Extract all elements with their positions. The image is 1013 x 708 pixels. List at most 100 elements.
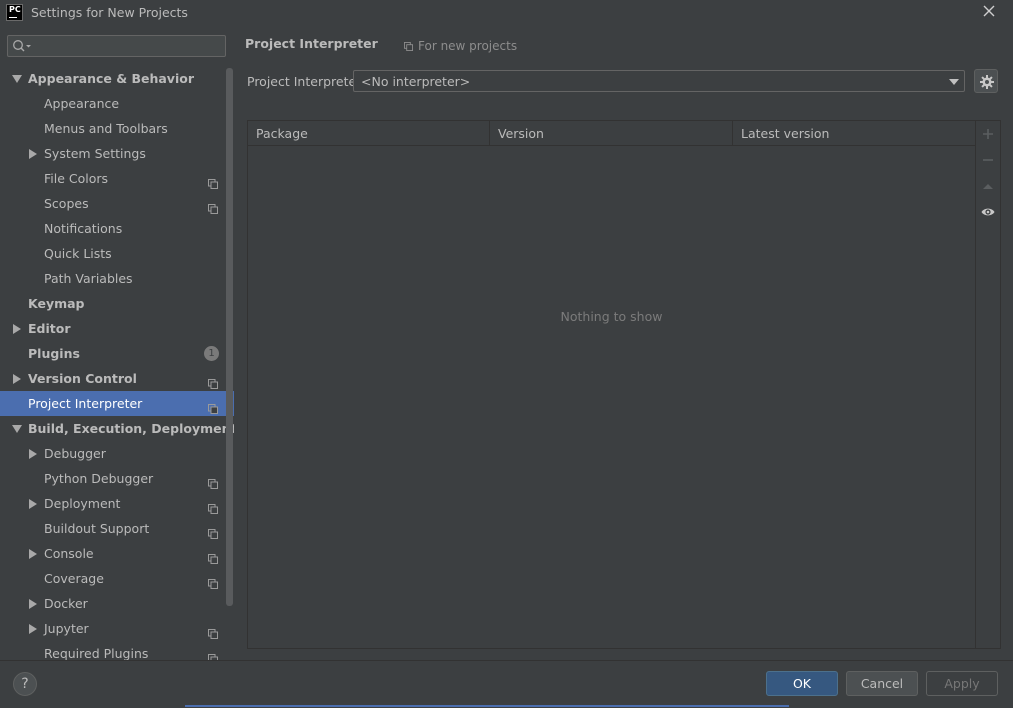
sidebar-item-build-execution-deployment[interactable]: Build, Execution, Deployment	[0, 416, 234, 441]
sidebar-item-label: Menus and Toolbars	[44, 121, 168, 136]
copy-icon	[208, 548, 218, 564]
copy-icon	[208, 198, 218, 214]
triangle-right-icon[interactable]	[28, 441, 38, 466]
minus-icon	[983, 159, 993, 161]
update-count-badge: 1	[204, 346, 219, 361]
sidebar-item-system-settings[interactable]: System Settings	[0, 141, 234, 166]
sidebar-item-label: Appearance	[44, 96, 120, 111]
sidebar-item-label: Coverage	[44, 571, 104, 586]
packages-toolbar	[975, 121, 1000, 648]
settings-content: Project Interpreter For new projects Pro…	[234, 26, 1013, 660]
page-title: Project Interpreter	[245, 36, 378, 51]
sidebar-item-label: Buildout Support	[44, 521, 150, 536]
triangle-right-icon[interactable]	[28, 141, 38, 166]
sidebar-item-label: Quick Lists	[44, 246, 112, 261]
sidebar-item-required-plugins[interactable]: Required Plugins	[0, 641, 234, 660]
title-bar: PC Settings for New Projects	[0, 0, 1013, 26]
search-icon	[12, 39, 32, 56]
copy-icon	[208, 648, 218, 660]
sidebar-item-label: Console	[44, 546, 94, 561]
interpreter-label: Project Interpreter:	[247, 74, 366, 89]
sidebar-item-label: File Colors	[44, 171, 109, 186]
interpreter-settings-button[interactable]	[974, 69, 998, 93]
dialog-footer: ? OK Cancel Apply	[0, 660, 1013, 708]
sidebar-item-plugins[interactable]: Plugins 1	[0, 341, 234, 366]
sidebar-item-coverage[interactable]: Coverage	[0, 566, 234, 591]
sidebar-scrollbar[interactable]	[226, 68, 233, 606]
sidebar-item-label: Deployment	[44, 496, 121, 511]
sidebar-item-label: Required Plugins	[44, 646, 149, 660]
sidebar-item-console[interactable]: Console	[0, 541, 234, 566]
sidebar-item-jupyter[interactable]: Jupyter	[0, 616, 234, 641]
sidebar-item-keymap[interactable]: Keymap	[0, 291, 234, 316]
sidebar-item-menus-and-toolbars[interactable]: Menus and Toolbars	[0, 116, 234, 141]
ok-button[interactable]: OK	[766, 671, 838, 696]
copy-icon	[208, 473, 218, 489]
sidebar-item-label: Scopes	[44, 196, 89, 211]
copy-icon	[208, 623, 218, 639]
copy-icon	[208, 373, 218, 389]
triangle-right-icon[interactable]	[28, 541, 38, 566]
window-title: Settings for New Projects	[31, 5, 188, 20]
sidebar-item-label: Keymap	[28, 296, 85, 311]
triangle-right-icon[interactable]	[28, 491, 38, 516]
search-field[interactable]	[7, 35, 226, 57]
sidebar-item-editor[interactable]: Editor	[0, 316, 234, 341]
sidebar-item-notifications[interactable]: Notifications	[0, 216, 234, 241]
remove-package-button[interactable]	[980, 152, 996, 168]
sidebar-item-label: Version Control	[28, 371, 137, 386]
scope-note-text: For new projects	[418, 39, 518, 53]
sidebar-item-deployment[interactable]: Deployment	[0, 491, 234, 516]
sidebar-item-docker[interactable]: Docker	[0, 591, 234, 616]
upgrade-package-button[interactable]	[980, 178, 996, 194]
sidebar-item-label: Jupyter	[44, 621, 89, 636]
sidebar-item-file-colors[interactable]: File Colors	[0, 166, 234, 191]
sidebar-item-quick-lists[interactable]: Quick Lists	[0, 241, 234, 266]
table-header: Package Version Latest version	[248, 121, 975, 146]
column-header-latest-version[interactable]: Latest version	[733, 121, 975, 146]
sidebar-item-label: Editor	[28, 321, 71, 336]
search-input[interactable]	[34, 37, 219, 55]
triangle-right-icon[interactable]	[28, 616, 38, 641]
sidebar-item-debugger[interactable]: Debugger	[0, 441, 234, 466]
packages-table: Package Version Latest version Nothing t…	[248, 121, 975, 648]
sidebar-item-label: Appearance & Behavior	[28, 71, 194, 86]
interpreter-dropdown[interactable]: <No interpreter>	[353, 70, 965, 92]
sidebar-item-label: Path Variables	[44, 271, 133, 286]
triangle-right-icon[interactable]	[12, 366, 22, 391]
column-header-package[interactable]: Package	[248, 121, 490, 146]
add-package-button[interactable]	[980, 126, 996, 142]
apply-button[interactable]: Apply	[926, 671, 998, 696]
sidebar-item-buildout-support[interactable]: Buildout Support	[0, 516, 234, 541]
triangle-down-icon[interactable]	[12, 66, 22, 91]
settings-sidebar: Appearance & Behavior Appearance Menus and…	[0, 26, 234, 660]
cancel-button[interactable]: Cancel	[846, 671, 918, 696]
sidebar-item-project-interpreter[interactable]: Project Interpreter	[0, 391, 234, 416]
sidebar-item-appearance[interactable]: Appearance	[0, 91, 234, 116]
copy-icon	[208, 523, 218, 539]
copy-icon	[208, 573, 218, 589]
focus-underline	[185, 705, 789, 707]
show-early-releases-button[interactable]	[980, 204, 996, 220]
gear-icon	[980, 75, 994, 89]
triangle-right-icon[interactable]	[12, 316, 22, 341]
help-button[interactable]: ?	[13, 672, 37, 696]
sidebar-item-appearance-behavior[interactable]: Appearance & Behavior	[0, 66, 234, 91]
empty-table-message: Nothing to show	[560, 309, 663, 324]
sidebar-item-version-control[interactable]: Version Control	[0, 366, 234, 391]
app-logo-text: PC	[9, 5, 21, 14]
packages-panel: Package Version Latest version Nothing t…	[247, 120, 1001, 649]
sidebar-item-label: Python Debugger	[44, 471, 154, 486]
sidebar-item-python-debugger[interactable]: Python Debugger	[0, 466, 234, 491]
sidebar-item-label: Project Interpreter	[28, 396, 143, 411]
close-icon[interactable]	[981, 3, 997, 19]
triangle-right-icon[interactable]	[28, 591, 38, 616]
sidebar-item-label: Debugger	[44, 446, 106, 461]
sidebar-item-label: Build, Execution, Deployment	[28, 421, 234, 436]
chevron-down-icon	[949, 79, 959, 85]
triangle-down-icon[interactable]	[12, 416, 22, 441]
sidebar-item-path-variables[interactable]: Path Variables	[0, 266, 234, 291]
sidebar-item-scopes[interactable]: Scopes	[0, 191, 234, 216]
interpreter-value: <No interpreter>	[361, 74, 471, 89]
column-header-version[interactable]: Version	[490, 121, 733, 146]
